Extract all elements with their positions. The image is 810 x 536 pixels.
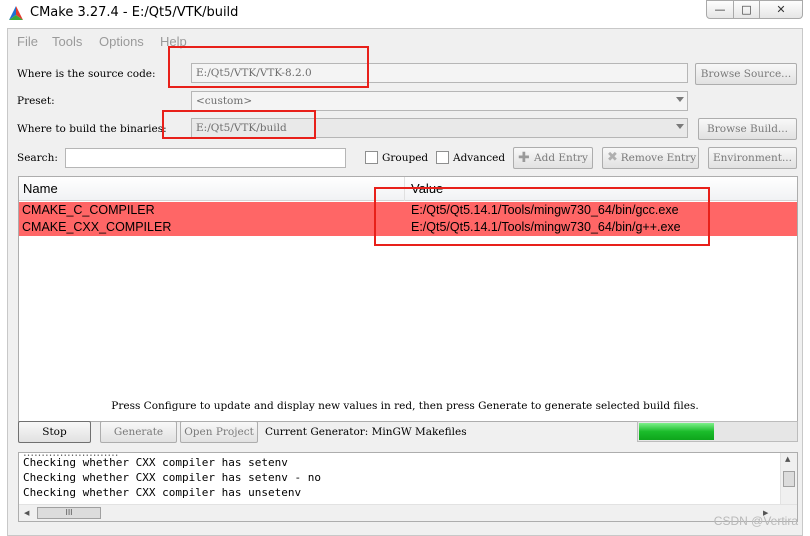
close-button[interactable]: ✕ — [759, 0, 803, 19]
output-log[interactable]: ‥‥‥‥‥‥‥‥‥‥‥‥‥ Checking whether CXX compi… — [18, 452, 798, 522]
scroll-left-icon[interactable]: ◀ — [24, 509, 29, 517]
cell-name: CMAKE_CXX_COMPILER — [22, 220, 172, 234]
chevron-down-icon — [676, 124, 684, 129]
chevron-down-icon — [676, 97, 684, 102]
add-entry-button[interactable]: ✚ Add Entry — [513, 147, 593, 169]
build-label: Where to build the binaries: — [17, 123, 167, 135]
preset-value: <custom> — [196, 95, 253, 107]
advanced-checkbox[interactable] — [436, 151, 449, 164]
remove-entry-button[interactable]: ✖ Remove Entry — [602, 147, 699, 169]
main-window: File Tools Options Help Where is the sou… — [7, 28, 803, 536]
annotation-box-source — [168, 46, 369, 88]
search-label: Search: — [17, 152, 58, 164]
cell-name: CMAKE_C_COMPILER — [22, 203, 155, 217]
watermark-text: CSDN @Vertira — [713, 514, 798, 528]
add-entry-label: Add Entry — [534, 152, 588, 164]
cmake-logo-icon — [9, 6, 23, 20]
remove-icon: ✖ — [607, 150, 618, 165]
grouped-checkbox[interactable] — [365, 151, 378, 164]
browse-source-button[interactable]: Browse Source... — [695, 63, 797, 85]
annotation-box-values — [374, 187, 710, 246]
progress-fill — [639, 423, 714, 440]
progress-bar — [637, 421, 798, 442]
source-label: Where is the source code: — [17, 68, 156, 80]
menu-tools[interactable]: Tools — [52, 34, 82, 49]
generate-button[interactable]: Generate — [100, 421, 177, 443]
horizontal-scroll-thumb[interactable]: III — [37, 507, 101, 519]
stop-button[interactable]: Stop — [18, 421, 91, 443]
vertical-scroll-thumb[interactable] — [783, 471, 795, 487]
horizontal-scrollbar[interactable]: ◀ III ▶ — [19, 504, 797, 521]
menu-bar: File Tools Options Help — [8, 32, 802, 50]
menu-file[interactable]: File — [17, 34, 38, 49]
grouped-label: Grouped — [382, 152, 429, 164]
vertical-scrollbar[interactable]: ▲ — [780, 453, 797, 505]
plus-icon: ✚ — [518, 150, 530, 166]
log-line: Checking whether CXX compiler has setenv — [23, 456, 288, 469]
environment-button[interactable]: Environment... — [708, 147, 797, 169]
log-line: Checking whether CXX compiler has setenv… — [23, 471, 322, 484]
minimize-button[interactable]: — — [706, 0, 734, 19]
remove-entry-label: Remove Entry — [620, 152, 697, 164]
maximize-button[interactable]: □ — [733, 0, 760, 19]
preset-combo[interactable]: <custom> — [191, 91, 688, 111]
annotation-box-build — [162, 110, 316, 139]
advanced-label: Advanced — [453, 152, 506, 164]
preset-label: Preset: — [17, 95, 55, 107]
current-generator-text: Current Generator: MinGW Makefiles — [265, 426, 467, 438]
configure-hint: Press Configure to update and display ne… — [111, 400, 699, 412]
column-header-name[interactable]: Name — [23, 181, 58, 196]
menu-options[interactable]: Options — [99, 34, 144, 49]
browse-build-button[interactable]: Browse Build... — [698, 118, 797, 140]
log-line: Checking whether CXX compiler has unsete… — [23, 486, 302, 499]
open-project-button[interactable]: Open Project — [180, 421, 258, 443]
scroll-up-icon[interactable]: ▲ — [785, 455, 790, 463]
window-title: CMake 3.27.4 - E:/Qt5/VTK/build — [30, 5, 239, 20]
search-input[interactable] — [65, 148, 346, 168]
title-bar: CMake 3.27.4 - E:/Qt5/VTK/build — □ ✕ — [0, 0, 810, 28]
